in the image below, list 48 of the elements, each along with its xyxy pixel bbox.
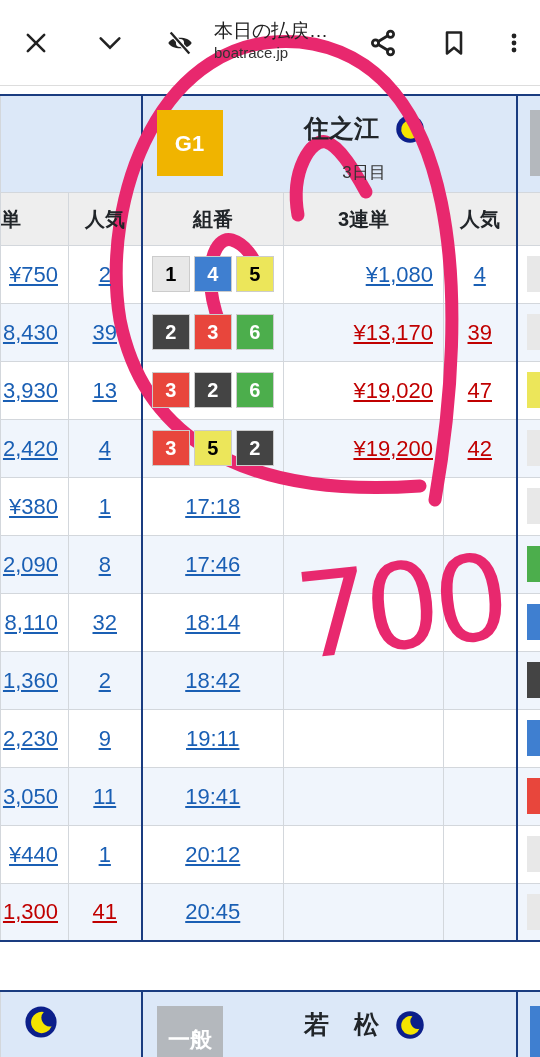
boat-number: 1 [151,256,190,292]
share-icon[interactable] [368,27,398,58]
race-time-link[interactable]: 18:14 [185,609,241,635]
race-time-link[interactable]: 20:12 [185,841,241,867]
popularity-link[interactable]: 47 [467,377,492,403]
popularity-link[interactable]: 8 [98,551,111,577]
boat-number: 2 [193,372,232,408]
boat-number: 3 [193,314,232,350]
popularity-link[interactable]: 39 [92,319,117,345]
handwritten-note: 700 [290,537,509,677]
race-time-link[interactable]: 20:45 [185,899,241,925]
venue-name: 住之江 [303,113,379,144]
popularity-link[interactable]: 42 [467,435,492,461]
boat-number: 4 [193,256,232,292]
venue-name: 若 松 [303,1009,379,1040]
boat-number: 6 [235,314,274,350]
popularity-link[interactable]: 2 [98,261,111,287]
race-time-link[interactable]: 19:41 [185,783,241,809]
popularity-link[interactable]: 41 [92,899,117,925]
popularity-link[interactable]: 9 [98,725,111,751]
boat-number: 3 [151,372,190,408]
race-time-link[interactable]: 17:46 [185,551,241,577]
race-time-link[interactable]: 18:42 [185,667,241,693]
column-header: 人気 [459,207,500,230]
boat-number: 2 [151,314,190,350]
race-time-link[interactable]: 17:18 [185,493,241,519]
boat-number: 5 [193,430,232,466]
popularity-link[interactable]: 32 [92,609,117,635]
column-header: 単 [1,207,21,230]
grade-badge: G1 [156,110,223,176]
popularity-link[interactable]: 1 [98,841,111,867]
boat-number: 5 [235,256,274,292]
popularity-link[interactable]: 39 [467,319,492,345]
popularity-link[interactable]: 4 [473,261,486,287]
column-header: 組番 [192,207,233,230]
boat-number: 3 [151,430,190,466]
grade-badge: 一般 [156,1006,223,1057]
popularity-link[interactable]: 13 [92,377,117,403]
popularity-link[interactable]: 1 [98,493,111,519]
eye-off-icon [166,28,194,57]
popularity-link[interactable]: 11 [93,783,117,809]
race-time-link[interactable]: 19:11 [186,725,240,751]
column-header: 3連単 [337,207,390,230]
boat-number: 2 [235,430,274,466]
popularity-link[interactable]: 4 [98,435,111,461]
popularity-link[interactable]: 2 [98,667,111,693]
boat-number: 6 [235,372,274,408]
payout-link[interactable]: ¥1,080 [365,261,433,287]
